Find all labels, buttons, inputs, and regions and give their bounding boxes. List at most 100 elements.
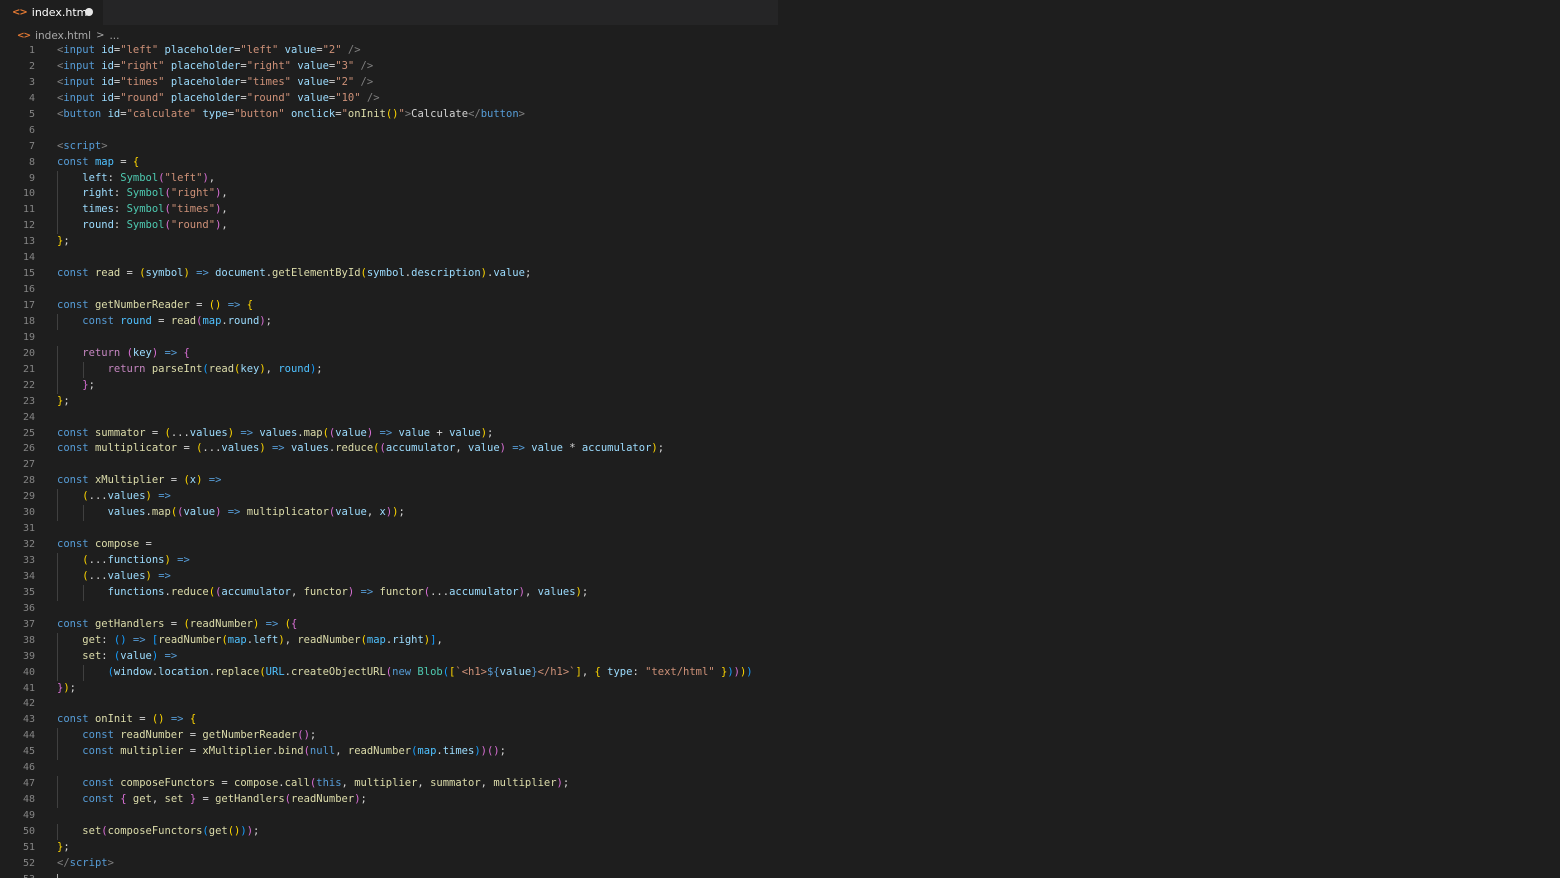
- code-token: ...: [430, 585, 450, 598]
- code-line[interactable]: 1 <input id="left" placeholder="left" val…: [0, 43, 800, 59]
- tab-index-html[interactable]: <> index.html: [0, 0, 103, 25]
- code-token: =: [164, 474, 184, 487]
- code-line[interactable]: 52 </script>: [0, 856, 800, 872]
- code-token: Blob: [417, 665, 443, 678]
- code-line[interactable]: 5 <button id="calculate" type="button" on…: [0, 107, 800, 123]
- code-line[interactable]: 13};: [0, 234, 800, 250]
- html-file-icon: <>: [17, 30, 31, 41]
- code-text: set(composeFunctors(get()));: [57, 824, 259, 840]
- code-token: value: [297, 75, 329, 88]
- code-token: :: [632, 665, 646, 678]
- code-token: id: [101, 91, 114, 104]
- code-token: Calculate: [411, 107, 469, 120]
- code-line[interactable]: 14: [0, 250, 800, 266]
- breadcrumb-symbols[interactable]: ...: [109, 30, 119, 42]
- code-line[interactable]: 51};: [0, 840, 800, 856]
- code-line[interactable]: 49: [0, 808, 800, 824]
- code-token: *: [562, 442, 582, 455]
- code-line[interactable]: 16: [0, 282, 800, 298]
- code-text: const multiplicator = (...values) => val…: [57, 441, 664, 457]
- code-line[interactable]: 48 const { get, set } = getHandlers(read…: [0, 792, 800, 808]
- code-line[interactable]: 10 right: Symbol("right"),: [0, 186, 800, 203]
- code-token: values: [189, 426, 228, 439]
- code-line[interactable]: 37 const getHandlers = (readNumber) => ({: [0, 617, 800, 633]
- code-line[interactable]: 39 set: (value) =>: [0, 648, 800, 665]
- code-line[interactable]: 38 get: () => [readNumber(map.left), rea…: [0, 632, 800, 649]
- code-text: const { get, set } = getHandlers(readNum…: [57, 792, 367, 808]
- code-line[interactable]: 45 const multiplier = xMultiplier.bind(n…: [0, 744, 800, 761]
- code-token: new: [392, 665, 412, 678]
- code-token: location: [158, 665, 209, 678]
- code-line[interactable]: 2 <input id="right" placeholder="right" v…: [0, 59, 800, 75]
- code-token: =: [183, 729, 203, 742]
- code-line[interactable]: 3 <input id="times" placeholder="times" v…: [0, 75, 800, 91]
- code-token: id: [101, 75, 114, 88]
- code-token: const: [57, 713, 89, 726]
- code-line[interactable]: 12 round: Symbol("round"),: [0, 218, 800, 235]
- code-token: return: [82, 346, 121, 359]
- code-line[interactable]: 43 const onInit = () => {: [0, 712, 800, 728]
- code-line[interactable]: 40 (window.location.replace(URL.createOb…: [0, 664, 800, 681]
- code-line[interactable]: 33 (...functions) =>: [0, 553, 800, 569]
- code-line[interactable]: 47 const composeFunctors = compose.call(…: [0, 776, 800, 793]
- line-number: 16: [22, 284, 35, 296]
- code-line[interactable]: 53: [0, 872, 800, 878]
- code-line[interactable]: 21 return parseInt(read(key), round);: [0, 361, 800, 378]
- code-line[interactable]: 22 };: [0, 377, 800, 394]
- code-token: "button": [234, 107, 285, 120]
- code-token: set: [82, 649, 102, 662]
- code-token: "round": [170, 219, 216, 232]
- line-number: 45: [22, 746, 35, 758]
- code-line[interactable]: 32 const compose =: [0, 537, 800, 553]
- code-line[interactable]: 26 const multiplicator = (...values) => v…: [0, 441, 800, 457]
- code-line[interactable]: 7 <script>: [0, 139, 800, 155]
- code-line[interactable]: 18 const round = read(map.round);: [0, 313, 800, 330]
- code-line[interactable]: 8 const map = {: [0, 155, 800, 171]
- code-line[interactable]: 27: [0, 457, 800, 473]
- code-editor[interactable]: 1 <input id="left" placeholder="left" val…: [0, 43, 800, 878]
- code-line[interactable]: 9 left: Symbol("left"),: [0, 170, 800, 187]
- code-line[interactable]: 50 set(composeFunctors(get()));: [0, 823, 800, 840]
- code-line[interactable]: 4 <input id="round" placeholder="round" v…: [0, 91, 800, 107]
- code-line[interactable]: 34 (...values) =>: [0, 568, 800, 585]
- code-line[interactable]: 30 values.map((value) => multiplicator(v…: [0, 505, 800, 522]
- code-line[interactable]: 23};: [0, 394, 800, 410]
- code-line[interactable]: 35 functions.reduce((accumulator, functo…: [0, 584, 800, 601]
- code-line[interactable]: 46: [0, 760, 800, 776]
- code-token: ;: [69, 681, 76, 694]
- breadcrumb-file[interactable]: index.html: [35, 30, 91, 42]
- code-token: :: [101, 649, 114, 662]
- code-line[interactable]: 31: [0, 521, 800, 537]
- code-line[interactable]: 15 const read = (symbol) => document.getE…: [0, 266, 800, 282]
- code-line[interactable]: 6: [0, 123, 800, 139]
- code-token: values: [107, 490, 146, 503]
- code-line[interactable]: 20 return (key) => {: [0, 345, 800, 362]
- code-line[interactable]: 25 const summator = (...values) => values…: [0, 426, 800, 442]
- code-line[interactable]: 44 const readNumber = getNumberReader();: [0, 728, 800, 745]
- code-line[interactable]: 19: [0, 330, 800, 346]
- code-line[interactable]: 24: [0, 410, 800, 426]
- code-line[interactable]: 11 times: Symbol("times"),: [0, 202, 800, 219]
- code-token: =>: [360, 585, 374, 598]
- code-token: bind: [278, 745, 304, 758]
- code-line[interactable]: 29 (...values) =>: [0, 489, 800, 506]
- code-token: ,: [290, 585, 304, 598]
- code-line[interactable]: 41});: [0, 681, 800, 697]
- line-number: 46: [22, 762, 35, 774]
- code-line[interactable]: 36: [0, 601, 800, 617]
- code-token: ): [746, 665, 753, 678]
- code-line[interactable]: 17 const getNumberReader = () => {: [0, 298, 800, 314]
- code-token: "times": [246, 75, 291, 88]
- code-text: values.map((value) => multiplicator(valu…: [57, 505, 405, 521]
- code-token: {: [246, 299, 254, 311]
- code-line[interactable]: 28 const xMultiplier = (x) =>: [0, 473, 800, 489]
- code-token: button: [63, 107, 102, 120]
- code-token: readNumber: [120, 729, 184, 742]
- code-token: const: [57, 442, 89, 455]
- code-line[interactable]: 42: [0, 696, 800, 712]
- code-token: ,: [151, 793, 165, 806]
- unsaved-dot-icon[interactable]: [85, 8, 93, 16]
- code-token: ...: [202, 442, 222, 455]
